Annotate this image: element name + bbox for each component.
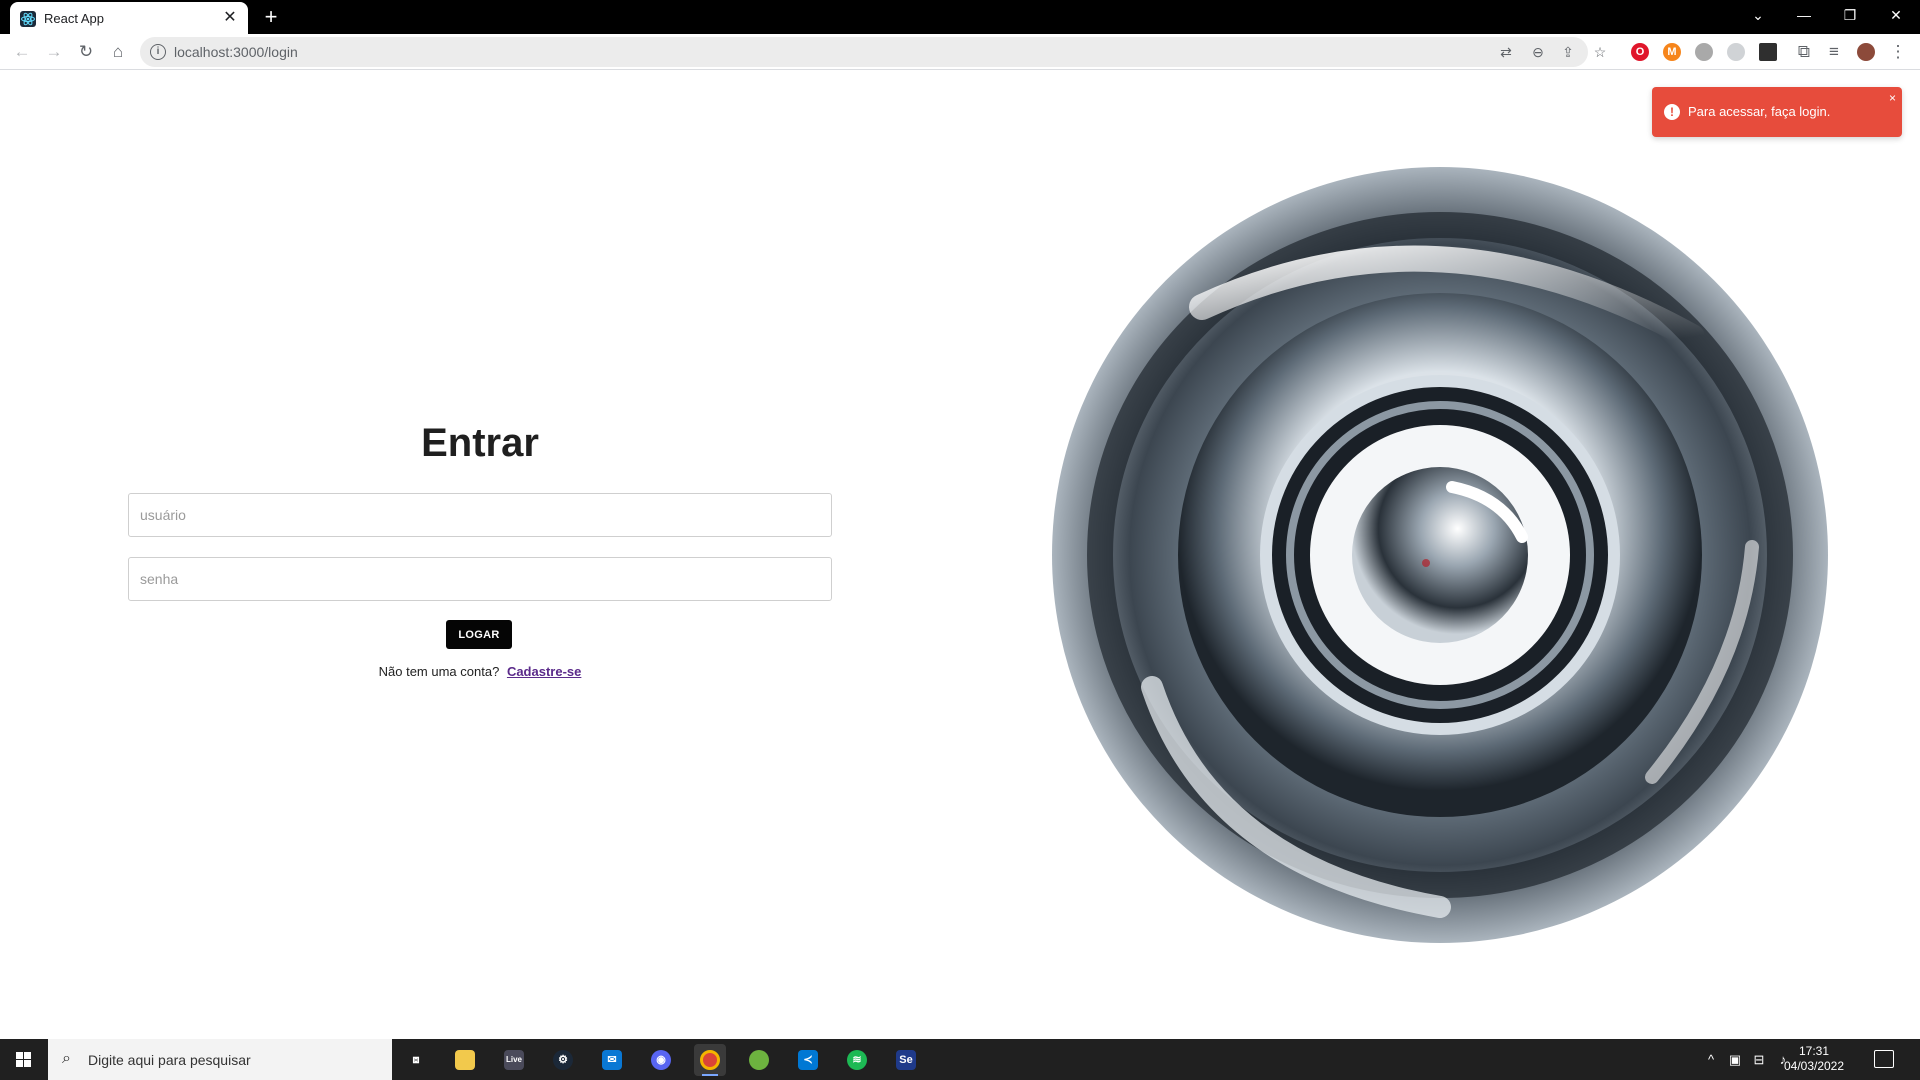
alert-icon: !	[1664, 104, 1680, 120]
chevron-up-icon[interactable]: ^	[1702, 1051, 1720, 1069]
meet-now-icon[interactable]: ▣	[1726, 1051, 1744, 1069]
tab-search-icon[interactable]: ⌄	[1740, 0, 1776, 30]
notification-icon[interactable]	[1874, 1050, 1894, 1068]
avatar[interactable]	[1857, 43, 1875, 61]
info-icon[interactable]: i	[150, 44, 166, 60]
share-icon[interactable]: ⇪	[1558, 42, 1578, 62]
toast-close-button[interactable]: ×	[1889, 91, 1896, 105]
extension-icon[interactable]	[1759, 43, 1777, 61]
metamask-extension-icon[interactable]: M	[1663, 43, 1681, 61]
opera-extension-icon[interactable]: O	[1631, 43, 1649, 61]
network-icon[interactable]: ⊟	[1750, 1051, 1768, 1069]
close-window-button[interactable]: ✕	[1878, 0, 1914, 30]
username-input[interactable]	[128, 493, 832, 537]
minimize-button[interactable]: —	[1786, 0, 1822, 30]
task-view-icon[interactable]: ⧈	[400, 1044, 432, 1076]
browser-toolbar: ← → ↻ ⌂ i localhost:3000/login ⇄ ⊖ ⇪ ☆ O…	[0, 34, 1920, 70]
selenium-icon[interactable]: Se	[890, 1044, 922, 1076]
reading-list-icon[interactable]: ≡	[1820, 38, 1848, 66]
windows-start-icon[interactable]	[0, 1039, 48, 1080]
chrome-icon[interactable]	[694, 1044, 726, 1076]
active-indicator	[702, 1074, 718, 1076]
page-content: Entrar LOGAR Não tem uma conta? Cadastre…	[0, 71, 1920, 1039]
spring-tools-icon[interactable]	[743, 1044, 775, 1076]
back-button[interactable]: ←	[8, 38, 36, 66]
react-favicon-icon	[20, 11, 36, 27]
address-url[interactable]: localhost:3000/login	[174, 44, 298, 60]
clock-time: 17:31	[1798, 1044, 1830, 1058]
password-input[interactable]	[128, 557, 832, 601]
clock-date: 04/03/2022	[1783, 1059, 1845, 1073]
spotify-icon[interactable]: ≋	[841, 1044, 873, 1076]
toast-message: Para acessar, faça login.	[1688, 104, 1831, 119]
restore-button[interactable]: ❐	[1832, 0, 1868, 30]
tab-title: React App	[44, 11, 104, 26]
tab-close-button[interactable]: ✕	[220, 8, 240, 28]
reload-button[interactable]: ↻	[72, 38, 100, 66]
file-explorer-icon[interactable]	[449, 1044, 481, 1076]
home-button[interactable]: ⌂	[104, 38, 132, 66]
translate-icon[interactable]: ⇄	[1496, 42, 1516, 62]
no-account-text: Não tem uma conta?	[378, 664, 500, 679]
live-app-icon[interactable]: Live	[498, 1044, 530, 1076]
screen: React App ✕ + ⌄ — ❐ ✕ ← → ↻ ⌂ i localhos…	[0, 0, 1920, 1080]
bookmark-star-icon[interactable]: ☆	[1590, 42, 1610, 62]
puzzle-icon[interactable]: ⧉	[1790, 38, 1818, 66]
extension-icon[interactable]	[1695, 43, 1713, 61]
kebab-menu-icon[interactable]: ⋮	[1884, 38, 1912, 66]
vscode-icon[interactable]: ≺	[792, 1044, 824, 1076]
zoom-icon[interactable]: ⊖	[1528, 42, 1548, 62]
shield-extension-icon[interactable]	[1727, 43, 1745, 61]
search-icon: ⌕	[62, 1050, 71, 1067]
chrome-torus-image	[1052, 167, 1828, 943]
browser-tab[interactable]: React App ✕	[10, 2, 248, 34]
windows-taskbar: ⌕ Digite aqui para pesquisar ⧈ Live ⚙ ✉ …	[0, 1039, 1920, 1080]
forward-button[interactable]: →	[40, 38, 68, 66]
login-button[interactable]: LOGAR	[446, 620, 512, 649]
taskbar-clock[interactable]: 17:31 04/03/2022	[1778, 1044, 1850, 1074]
error-toast: ! Para acessar, faça login. ×	[1652, 87, 1902, 137]
mail-icon[interactable]: ✉	[596, 1044, 628, 1076]
new-tab-button[interactable]: +	[258, 4, 284, 30]
signup-link[interactable]: Cadastre-se	[507, 664, 581, 679]
signup-row: Não tem uma conta? Cadastre-se	[128, 664, 832, 679]
page-title: Entrar	[421, 421, 539, 465]
browser-tab-bar: React App ✕ + ⌄ — ❐ ✕	[0, 0, 1920, 34]
discord-icon[interactable]: ◉	[645, 1044, 677, 1076]
taskbar-search[interactable]: ⌕ Digite aqui para pesquisar	[48, 1039, 392, 1080]
search-placeholder: Digite aqui para pesquisar	[88, 1052, 251, 1068]
steam-icon[interactable]: ⚙	[547, 1044, 579, 1076]
address-bar[interactable]: i localhost:3000/login ⇄ ⊖ ⇪ ☆	[140, 37, 1606, 67]
